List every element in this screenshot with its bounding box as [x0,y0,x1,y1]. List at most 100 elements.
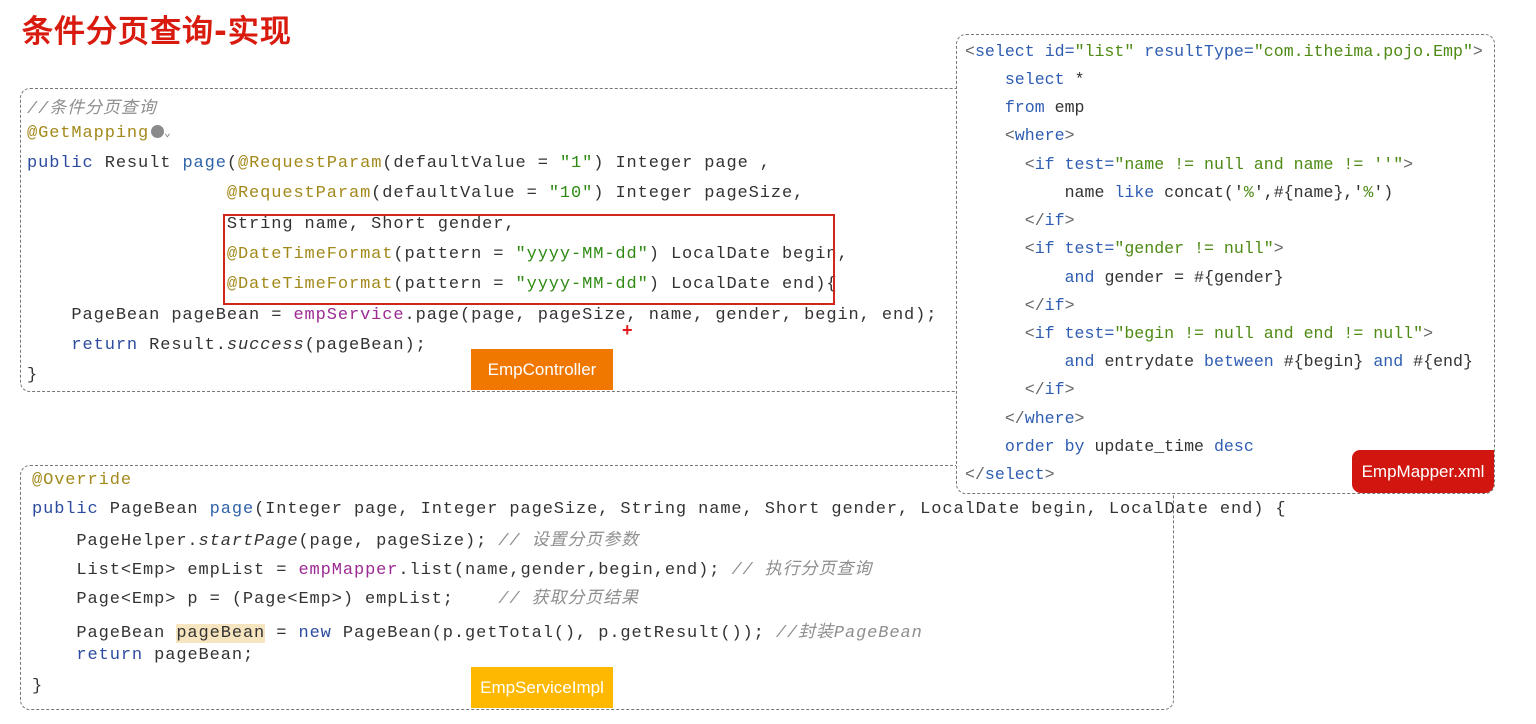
code-token: between [1204,352,1284,371]
code-token: </ [965,465,985,484]
code-token: // 获取分页结果 [498,590,639,609]
code-line: public Result page(@RequestParam(default… [27,154,771,173]
code-token: return [76,646,155,665]
code-token: List<Emp> empList = [32,561,299,580]
code-token: > [1273,239,1284,258]
code-token: Page<Emp> p = (Page<Emp>) empList; [32,590,499,609]
code-line: </if> [965,296,1075,315]
code-line: </select> [965,465,1055,484]
code-line: </if> [965,211,1075,230]
code-line: from emp [965,98,1085,117]
code-token: "10" [548,184,594,203]
code-token: @Override [32,471,132,490]
code-token: @GetMapping [27,124,150,143]
code-token: //条件分页查询 [27,100,157,119]
code-token: test= [1064,324,1115,343]
emp-controller-label: EmpController [471,349,613,390]
code-line: List<Emp> empList = empMapper.list(name,… [32,554,872,580]
code-token: order by [1004,437,1095,456]
code-token: "begin != null and end != null" [1114,324,1424,343]
code-token: test= [1064,155,1115,174]
code-token: id= [1044,42,1075,61]
code-line: PageBean pageBean = new PageBean(p.getTo… [32,617,923,643]
code-token: where [1024,409,1075,428]
code-token: ) Integer pageSize, [593,184,805,203]
code-token: Result. [149,336,227,355]
code-token: public [27,154,105,173]
code-token: * [1074,70,1085,89]
code-token: > [1064,126,1075,145]
code-line: <if test="name != null and name != ''"> [965,155,1413,174]
code-token: (page, pageSize); [298,532,499,551]
code-token: ',#{name},' [1253,183,1364,202]
code-token: ') [1373,183,1394,202]
code-token: < [965,324,1035,343]
code-token: (defaultValue = [371,184,549,203]
code-token: "1" [559,154,594,173]
code-line: and entrydate between #{begin} and #{end… [965,352,1473,371]
code-token: pageBean; [154,646,255,665]
code-token: startPage [198,532,299,551]
code-token: % [1243,183,1254,202]
code-token: (Integer page, Integer pageSize, String … [254,500,1287,519]
code-token: success [226,336,305,355]
highlight-box [223,214,835,305]
code-token: public [32,500,110,519]
code-token: = [265,624,299,643]
service-code-panel: @Override public PageBean page(Integer pa… [20,465,1286,710]
code-token: % [1363,183,1374,202]
code-line: PageBean pageBean = empService.page(page… [27,306,937,325]
code-token: @RequestParam [237,154,383,173]
code-token: </ [965,296,1045,315]
code-token: and [1064,352,1105,371]
code-token: and [1373,352,1414,371]
code-line: <where> [965,126,1075,145]
code-token: </ [965,211,1045,230]
code-token: < [965,155,1035,174]
code-line: PageHelper.startPage(page, pageSize); //… [32,525,639,551]
code-token: page [182,154,227,173]
code-token: > [1472,42,1483,61]
code-token: PageHelper. [32,532,199,551]
code-token: PageBean [109,500,210,519]
code-token: resultType= [1144,42,1254,61]
code-token: > [1064,380,1075,399]
code-line: @RequestParam(defaultValue = "10") Integ… [27,184,804,203]
code-line: //条件分页查询 [27,93,157,119]
slide-title: 条件分页查询-实现 [22,14,292,50]
code-token: like [1114,183,1165,202]
code-line: <if test="gender != null"> [965,239,1284,258]
code-token: entrydate [1104,352,1205,371]
code-token: if [1044,211,1065,230]
code-token: return [71,336,150,355]
code-token: > [1044,465,1055,484]
emp-mapper-xml-label: EmpMapper.xml [1352,450,1494,493]
code-token: .page(page, pageSize, name, gender, begi… [404,306,938,325]
code-token: "com.itheima.pojo.Emp" [1253,42,1473,61]
code-token: ) Integer page , [593,154,771,173]
code-line: } [32,677,43,696]
code-token: from [1004,98,1055,117]
code-token: emp [1054,98,1085,117]
globe-icon[interactable] [151,125,165,138]
code-line: order by update_time desc [965,437,1254,456]
code-token: @RequestParam [226,184,372,203]
code-token: and [1064,268,1105,287]
code-token: name [965,183,1115,202]
emp-service-impl-label: EmpServiceImpl [471,667,613,708]
code-token: empMapper [298,561,399,580]
code-line: and gender = #{gender} [965,268,1284,287]
code-token: < [965,239,1035,258]
code-token: gender = #{gender} [1104,268,1284,287]
code-token: } [32,677,44,696]
code-token: select [984,465,1045,484]
code-token: if [1044,296,1065,315]
chevron-down-icon[interactable]: ⌄ [164,126,172,140]
